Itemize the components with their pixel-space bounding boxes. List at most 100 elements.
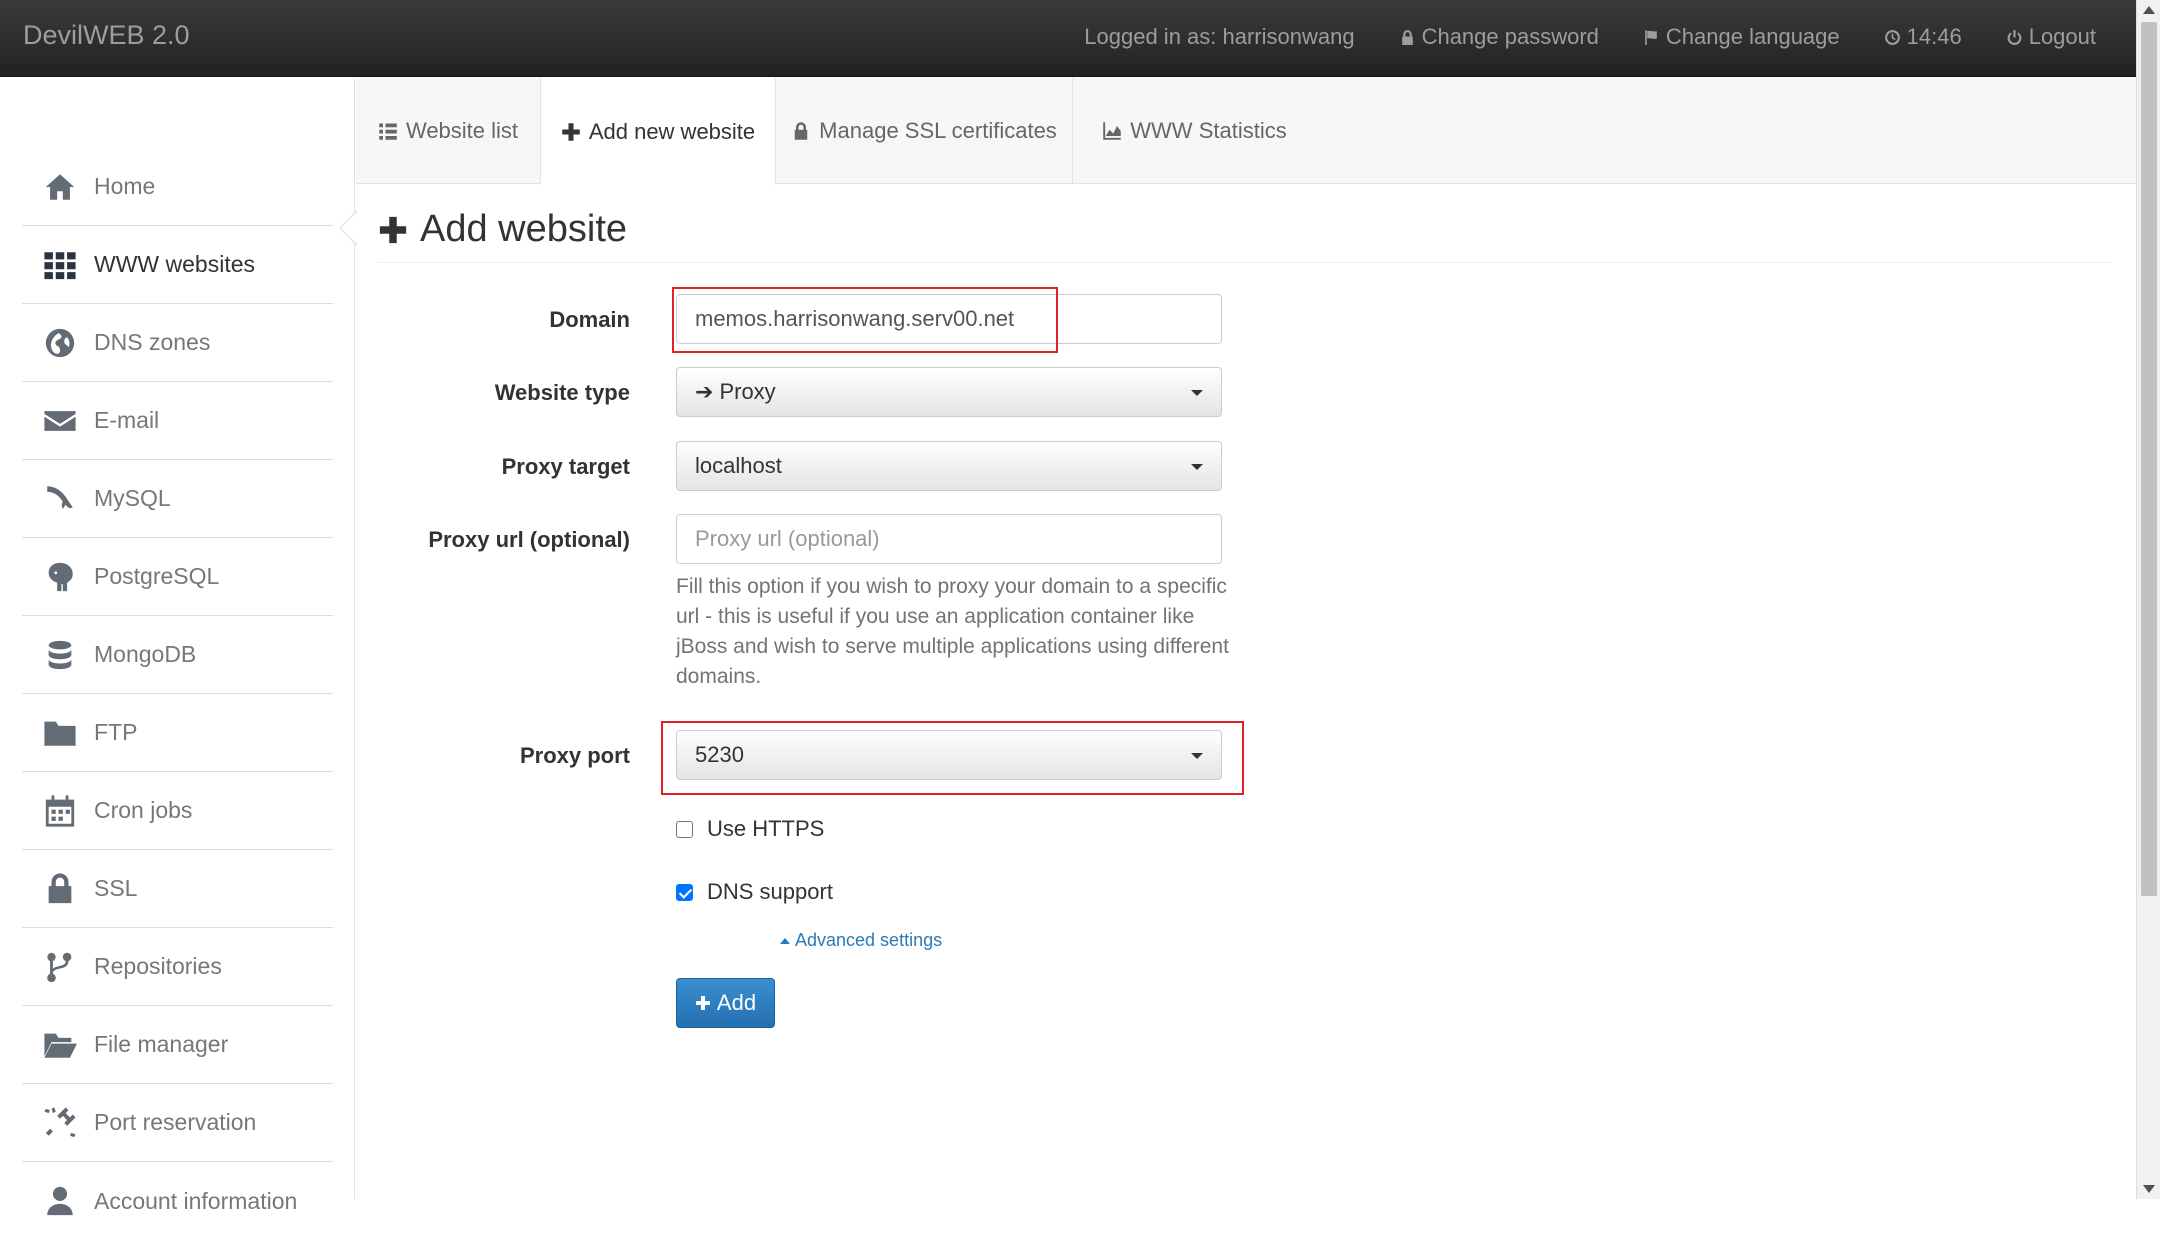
add-button[interactable]: Add [676, 978, 775, 1028]
dolphin-icon [42, 481, 78, 517]
sidebar-item-label: Cron jobs [94, 797, 193, 823]
user-icon [42, 1183, 78, 1219]
domain-highlight-box [672, 287, 1058, 353]
database-icon [42, 637, 78, 673]
lock-icon [42, 871, 78, 907]
change-language-label: Change language [1665, 24, 1840, 49]
tab-website-list[interactable]: Website list [356, 78, 540, 184]
proxy-url-help-text: Fill this option if you wish to proxy yo… [676, 575, 1229, 688]
sidebar-item-dns-zones[interactable]: DNS zones [22, 304, 333, 382]
logout-link[interactable]: Logout [2006, 24, 2096, 50]
change-language-link[interactable]: Change language [1643, 24, 1840, 50]
advanced-settings-label: Advanced settings [795, 930, 943, 950]
sidebar-item-email[interactable]: E-mail [22, 382, 333, 460]
title-divider [378, 262, 2112, 263]
chevron-down-icon [1191, 390, 1203, 396]
add-button-label: Add [716, 990, 757, 1015]
proxy-target-value: localhost [695, 453, 782, 478]
sidebar-item-file-manager[interactable]: File manager [22, 1006, 333, 1084]
envelope-icon [42, 403, 78, 439]
sidebar-item-mongodb[interactable]: MongoDB [22, 616, 333, 694]
tab-www-statistics[interactable]: WWW Statistics [1072, 78, 1316, 184]
sidebar-item-label: MongoDB [94, 641, 197, 667]
change-password-link[interactable]: Change password [1399, 24, 1599, 50]
page-title-text: Add website [420, 208, 628, 250]
top-navbar: DevilWEB 2.0 Logged in as: harrisonwang … [0, 0, 2136, 77]
list-icon [379, 123, 397, 140]
sidebar-item-postgresql[interactable]: PostgreSQL [22, 538, 333, 616]
sidebar-item-port-reservation[interactable]: Port reservation [22, 1084, 333, 1162]
plus-icon [695, 996, 710, 1010]
brand-logo[interactable]: DevilWEB 2.0 [23, 20, 190, 51]
tab-label: WWW Statistics [1130, 118, 1287, 143]
website-type-label: Website type [494, 380, 630, 405]
sidebar: Home WWW websites DNS zones E-mail MySQL… [0, 78, 355, 1216]
website-type-value: Proxy [719, 379, 776, 404]
sidebar-item-repositories[interactable]: Repositories [22, 928, 333, 1006]
scroll-down-arrow-icon[interactable] [2143, 1185, 2155, 1193]
sidebar-item-account-information[interactable]: Account information [22, 1162, 333, 1240]
proxy-port-label: Proxy port [519, 743, 630, 768]
sidebar-item-label: FTP [94, 719, 138, 745]
website-type-select[interactable]: ➔ Proxy [676, 367, 1222, 417]
sidebar-item-label: WWW websites [94, 251, 255, 277]
plug-icon [42, 1105, 78, 1141]
folder-open-icon [42, 1027, 78, 1063]
caret-up-icon [780, 937, 790, 944]
use-https-row[interactable]: Use HTTPS [676, 816, 824, 842]
folder-icon [42, 715, 78, 751]
sidebar-item-label: MySQL [94, 485, 171, 511]
sidebar-item-home[interactable]: Home [22, 148, 333, 226]
home-icon [42, 169, 78, 205]
arrow-right-icon: ➔ [695, 379, 714, 404]
flag-icon [1645, 29, 1657, 45]
chevron-down-icon [1191, 464, 1203, 470]
proxy-target-label: Proxy target [501, 454, 630, 479]
plus-icon [562, 122, 580, 141]
sidebar-item-ftp[interactable]: FTP [22, 694, 333, 772]
sidebar-item-label: File manager [94, 1031, 229, 1057]
sidebar-item-label: E-mail [94, 407, 160, 433]
tab-manage-ssl[interactable]: Manage SSL certificates [776, 78, 1072, 184]
sidebar-item-www-websites[interactable]: WWW websites [22, 226, 333, 304]
elephant-icon [42, 559, 78, 595]
globe-icon [42, 325, 78, 361]
sidebar-item-label: PostgreSQL [94, 563, 220, 589]
tab-bar: Website list Add new website Manage SSL … [356, 78, 2136, 185]
domain-label: Domain [549, 307, 630, 332]
scroll-thumb[interactable] [2141, 22, 2157, 896]
use-https-checkbox[interactable] [676, 820, 693, 838]
proxy-url-input[interactable]: Proxy url (optional) [676, 514, 1222, 564]
sidebar-item-ssl[interactable]: SSL [22, 850, 333, 928]
page-scrollbar[interactable] [2136, 0, 2160, 1199]
clock-display: 14:46 [1884, 24, 1962, 50]
sidebar-item-cron-jobs[interactable]: Cron jobs [22, 772, 333, 850]
power-icon [2007, 29, 2022, 45]
grid-icon [42, 247, 78, 283]
logged-in-text: Logged in as: harrisonwang [1084, 24, 1354, 50]
branch-icon [42, 949, 78, 985]
tab-label: Website list [405, 118, 519, 143]
sidebar-item-label: SSL [94, 875, 138, 901]
logged-in-label: Logged in as: harrisonwang [1084, 24, 1355, 49]
scroll-up-arrow-icon[interactable] [2143, 6, 2155, 14]
proxy-url-placeholder: Proxy url (optional) [695, 526, 880, 551]
lock-icon [1401, 29, 1413, 45]
sidebar-item-mysql[interactable]: MySQL [22, 460, 333, 538]
tab-label: Manage SSL certificates [819, 118, 1057, 143]
sidebar-item-label: DNS zones [94, 329, 211, 355]
proxy-port-highlight-box [661, 721, 1244, 795]
dns-support-label: DNS support [707, 879, 833, 904]
dns-support-checkbox[interactable] [676, 883, 693, 901]
tab-add-new-website[interactable]: Add new website [540, 78, 776, 185]
clock-icon [1884, 29, 1900, 45]
lock-icon [794, 122, 808, 140]
proxy-target-select[interactable]: localhost [676, 441, 1222, 491]
navbar-right: Logged in as: harrisonwang Change passwo… [1084, 24, 2096, 50]
dns-support-row[interactable]: DNS support [676, 879, 833, 905]
advanced-settings-link[interactable]: Advanced settings [780, 930, 942, 951]
clock-time: 14:46 [1906, 24, 1962, 49]
sidebar-item-label: Home [94, 173, 156, 199]
sidebar-item-label: Account information [94, 1187, 298, 1214]
sidebar-item-label: Port reservation [94, 1109, 257, 1135]
